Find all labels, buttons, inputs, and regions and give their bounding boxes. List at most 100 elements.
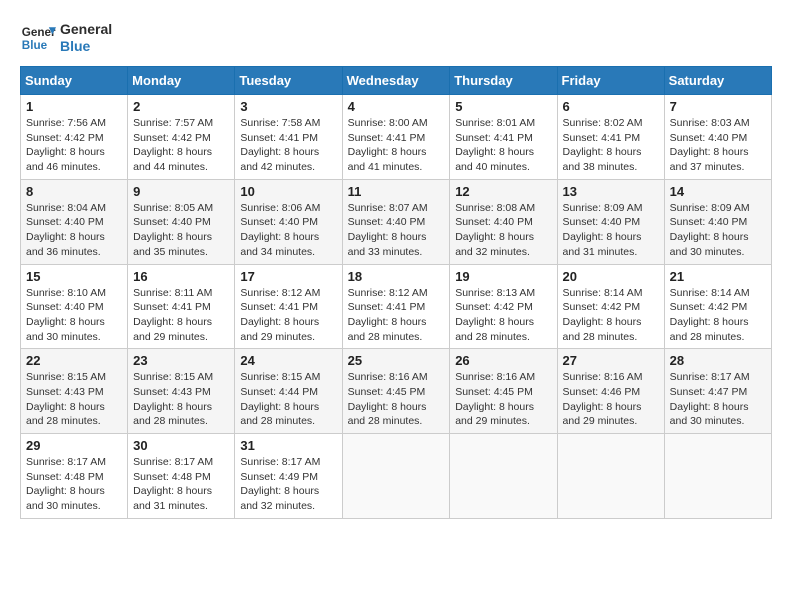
day-number: 27: [563, 353, 659, 368]
day-number: 6: [563, 99, 659, 114]
day-number: 25: [348, 353, 445, 368]
calendar-day-cell: 13 Sunrise: 8:09 AM Sunset: 4:40 PM Dayli…: [557, 179, 664, 264]
calendar-day-cell: 22 Sunrise: 8:15 AM Sunset: 4:43 PM Dayli…: [21, 349, 128, 434]
calendar-day-cell: 20 Sunrise: 8:14 AM Sunset: 4:42 PM Dayli…: [557, 264, 664, 349]
day-number: 19: [455, 269, 551, 284]
day-info: Sunrise: 8:16 AM Sunset: 4:45 PM Dayligh…: [455, 370, 551, 429]
day-number: 16: [133, 269, 229, 284]
calendar-day-cell: 3Sunrise: 7:58 AM Sunset: 4:41 PM Daylig…: [235, 95, 342, 180]
day-info: Sunrise: 8:15 AM Sunset: 4:43 PM Dayligh…: [133, 370, 229, 429]
weekday-header-row: SundayMondayTuesdayWednesdayThursdayFrid…: [21, 67, 772, 95]
logo-general: General: [60, 21, 112, 38]
calendar-day-cell: 24 Sunrise: 8:15 AM Sunset: 4:44 PM Dayli…: [235, 349, 342, 434]
calendar-day-cell: 17 Sunrise: 8:12 AM Sunset: 4:41 PM Dayli…: [235, 264, 342, 349]
calendar-week-row: 29 Sunrise: 8:17 AM Sunset: 4:48 PM Dayli…: [21, 434, 772, 519]
day-number: 24: [240, 353, 336, 368]
calendar-day-cell: [664, 434, 771, 519]
day-info: Sunrise: 8:12 AM Sunset: 4:41 PM Dayligh…: [240, 286, 336, 345]
calendar-day-cell: 21Sunrise: 8:14 AM Sunset: 4:42 PM Dayli…: [664, 264, 771, 349]
calendar-day-cell: 15 Sunrise: 8:10 AM Sunset: 4:40 PM Dayli…: [21, 264, 128, 349]
day-number: 26: [455, 353, 551, 368]
day-info: Sunrise: 7:56 AM Sunset: 4:42 PM Dayligh…: [26, 116, 122, 175]
calendar-week-row: 22 Sunrise: 8:15 AM Sunset: 4:43 PM Dayli…: [21, 349, 772, 434]
calendar-day-cell: [342, 434, 450, 519]
day-number: 20: [563, 269, 659, 284]
calendar-day-cell: 18Sunrise: 8:12 AM Sunset: 4:41 PM Dayli…: [342, 264, 450, 349]
logo-icon: General Blue: [20, 20, 56, 56]
day-info: Sunrise: 8:13 AM Sunset: 4:42 PM Dayligh…: [455, 286, 551, 345]
day-number: 7: [670, 99, 766, 114]
calendar-day-cell: 1 Sunrise: 7:56 AM Sunset: 4:42 PM Daylig…: [21, 95, 128, 180]
svg-text:Blue: Blue: [22, 39, 48, 52]
day-number: 12: [455, 184, 551, 199]
day-number: 14: [670, 184, 766, 199]
calendar-day-cell: 27 Sunrise: 8:16 AM Sunset: 4:46 PM Dayli…: [557, 349, 664, 434]
calendar-day-cell: 9 Sunrise: 8:05 AM Sunset: 4:40 PM Daylig…: [128, 179, 235, 264]
day-info: Sunrise: 8:10 AM Sunset: 4:40 PM Dayligh…: [26, 286, 122, 345]
day-number: 1: [26, 99, 122, 114]
day-number: 23: [133, 353, 229, 368]
calendar-day-cell: 25 Sunrise: 8:16 AM Sunset: 4:45 PM Dayli…: [342, 349, 450, 434]
day-info: Sunrise: 8:07 AM Sunset: 4:40 PM Dayligh…: [348, 201, 445, 260]
weekday-header: Thursday: [450, 67, 557, 95]
day-number: 17: [240, 269, 336, 284]
day-number: 22: [26, 353, 122, 368]
day-number: 3: [240, 99, 336, 114]
weekday-header: Wednesday: [342, 67, 450, 95]
day-number: 30: [133, 438, 229, 453]
day-info: Sunrise: 8:14 AM Sunset: 4:42 PM Dayligh…: [563, 286, 659, 345]
day-number: 13: [563, 184, 659, 199]
day-info: Sunrise: 8:17 AM Sunset: 4:49 PM Dayligh…: [240, 455, 336, 514]
calendar-day-cell: 6 Sunrise: 8:02 AM Sunset: 4:41 PM Daylig…: [557, 95, 664, 180]
day-info: Sunrise: 8:09 AM Sunset: 4:40 PM Dayligh…: [670, 201, 766, 260]
weekday-header: Saturday: [664, 67, 771, 95]
day-info: Sunrise: 8:09 AM Sunset: 4:40 PM Dayligh…: [563, 201, 659, 260]
calendar-week-row: 1 Sunrise: 7:56 AM Sunset: 4:42 PM Daylig…: [21, 95, 772, 180]
calendar-day-cell: [557, 434, 664, 519]
day-info: Sunrise: 8:05 AM Sunset: 4:40 PM Dayligh…: [133, 201, 229, 260]
calendar-day-cell: 7 Sunrise: 8:03 AM Sunset: 4:40 PM Daylig…: [664, 95, 771, 180]
calendar-day-cell: 19 Sunrise: 8:13 AM Sunset: 4:42 PM Dayli…: [450, 264, 557, 349]
calendar-day-cell: 2Sunrise: 7:57 AM Sunset: 4:42 PM Daylig…: [128, 95, 235, 180]
day-number: 5: [455, 99, 551, 114]
day-info: Sunrise: 8:15 AM Sunset: 4:44 PM Dayligh…: [240, 370, 336, 429]
day-number: 9: [133, 184, 229, 199]
page-header: General Blue General Blue: [20, 20, 772, 56]
day-info: Sunrise: 8:00 AM Sunset: 4:41 PM Dayligh…: [348, 116, 445, 175]
day-number: 21: [670, 269, 766, 284]
day-number: 8: [26, 184, 122, 199]
calendar-day-cell: 11 Sunrise: 8:07 AM Sunset: 4:40 PM Dayli…: [342, 179, 450, 264]
day-info: Sunrise: 8:03 AM Sunset: 4:40 PM Dayligh…: [670, 116, 766, 175]
day-info: Sunrise: 8:01 AM Sunset: 4:41 PM Dayligh…: [455, 116, 551, 175]
day-info: Sunrise: 8:15 AM Sunset: 4:43 PM Dayligh…: [26, 370, 122, 429]
weekday-header: Sunday: [21, 67, 128, 95]
weekday-header: Friday: [557, 67, 664, 95]
weekday-header: Monday: [128, 67, 235, 95]
day-number: 2: [133, 99, 229, 114]
calendar-day-cell: 30 Sunrise: 8:17 AM Sunset: 4:48 PM Dayli…: [128, 434, 235, 519]
day-number: 28: [670, 353, 766, 368]
day-info: Sunrise: 8:04 AM Sunset: 4:40 PM Dayligh…: [26, 201, 122, 260]
calendar-day-cell: [450, 434, 557, 519]
calendar-week-row: 8 Sunrise: 8:04 AM Sunset: 4:40 PM Daylig…: [21, 179, 772, 264]
logo: General Blue General Blue: [20, 20, 112, 56]
day-info: Sunrise: 8:06 AM Sunset: 4:40 PM Dayligh…: [240, 201, 336, 260]
calendar-day-cell: 29 Sunrise: 8:17 AM Sunset: 4:48 PM Dayli…: [21, 434, 128, 519]
day-info: Sunrise: 8:11 AM Sunset: 4:41 PM Dayligh…: [133, 286, 229, 345]
calendar-week-row: 15 Sunrise: 8:10 AM Sunset: 4:40 PM Dayli…: [21, 264, 772, 349]
day-number: 15: [26, 269, 122, 284]
day-info: Sunrise: 8:16 AM Sunset: 4:45 PM Dayligh…: [348, 370, 445, 429]
day-number: 11: [348, 184, 445, 199]
weekday-header: Tuesday: [235, 67, 342, 95]
day-info: Sunrise: 8:17 AM Sunset: 4:48 PM Dayligh…: [133, 455, 229, 514]
day-info: Sunrise: 8:17 AM Sunset: 4:47 PM Dayligh…: [670, 370, 766, 429]
calendar-day-cell: 10Sunrise: 8:06 AM Sunset: 4:40 PM Dayli…: [235, 179, 342, 264]
day-info: Sunrise: 8:02 AM Sunset: 4:41 PM Dayligh…: [563, 116, 659, 175]
calendar-day-cell: 12Sunrise: 8:08 AM Sunset: 4:40 PM Dayli…: [450, 179, 557, 264]
day-number: 29: [26, 438, 122, 453]
calendar-day-cell: 31Sunrise: 8:17 AM Sunset: 4:49 PM Dayli…: [235, 434, 342, 519]
day-info: Sunrise: 8:16 AM Sunset: 4:46 PM Dayligh…: [563, 370, 659, 429]
calendar-day-cell: 16 Sunrise: 8:11 AM Sunset: 4:41 PM Dayli…: [128, 264, 235, 349]
logo-blue: Blue: [60, 38, 112, 55]
day-info: Sunrise: 8:17 AM Sunset: 4:48 PM Dayligh…: [26, 455, 122, 514]
